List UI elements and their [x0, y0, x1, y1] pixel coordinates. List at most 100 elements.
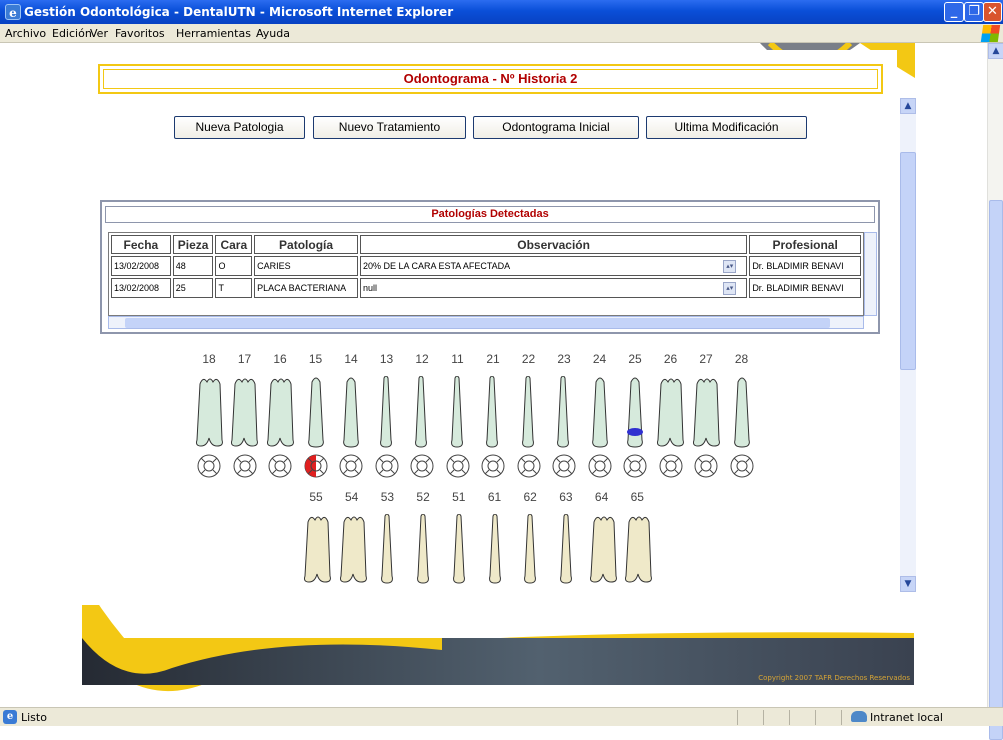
tooth-face-23[interactable]	[552, 454, 576, 478]
cell-cara: O	[215, 256, 253, 276]
page-scroll-thumb[interactable]	[989, 200, 1003, 740]
tooth-number: 17	[237, 352, 252, 366]
tooth-face-24[interactable]	[588, 454, 612, 478]
cell-observacion[interactable]: null ▴▾	[359, 278, 748, 298]
tooth-55[interactable]	[301, 514, 331, 584]
inner-scroll-down-icon[interactable]: ▼	[900, 576, 916, 592]
tooth-number: 54	[345, 490, 359, 504]
menu-edicion[interactable]: Edición	[52, 27, 92, 40]
tooth-15[interactable]	[303, 376, 329, 448]
ultima-modificacion-button[interactable]: Ultima Modificación	[646, 116, 807, 139]
cell-patologia: CARIES	[254, 256, 358, 276]
col-fecha: Fecha	[111, 235, 171, 254]
menu-ver[interactable]: Ver	[90, 27, 108, 40]
spin-icon[interactable]: ▴▾	[723, 260, 737, 273]
observacion-text: null	[362, 283, 377, 293]
tooth-64[interactable]	[587, 514, 617, 584]
menu-herramientas[interactable]: Herramientas	[176, 27, 251, 40]
tooth-16[interactable]	[264, 376, 297, 448]
table-row[interactable]: 13/02/2008 48 O CARIES 20% DE LA CARA ES…	[111, 256, 861, 276]
tooth-face-11[interactable]	[446, 454, 470, 478]
menu-favoritos[interactable]: Favoritos	[115, 27, 165, 40]
page-title: Odontograma - Nº Historia 2	[103, 69, 878, 89]
minimize-button[interactable]: _	[944, 2, 964, 22]
grid-horizontal-scrollbar[interactable]	[108, 316, 864, 329]
tooth-17[interactable]	[228, 376, 261, 448]
tooth-number: 52	[416, 490, 430, 504]
odontograma-inicial-button[interactable]: Odontograma Inicial	[473, 116, 639, 139]
tooth-26[interactable]	[654, 376, 687, 448]
cell-cara: T	[215, 278, 253, 298]
tooth-face-28[interactable]	[730, 454, 754, 478]
tooth-face-27[interactable]	[694, 454, 718, 478]
tooth-face-22[interactable]	[517, 454, 541, 478]
inner-scroll-thumb[interactable]	[900, 152, 916, 370]
tooth-number: 12	[415, 352, 429, 366]
grid-vertical-scrollbar[interactable]	[864, 232, 877, 316]
tooth-12[interactable]	[409, 376, 435, 448]
tooth-face-21[interactable]	[481, 454, 505, 478]
tooth-number: 15	[308, 352, 323, 366]
tooth-14[interactable]	[338, 376, 364, 448]
tooth-face-25[interactable]	[623, 454, 647, 478]
tooth-face-16[interactable]	[268, 454, 292, 478]
tooth-65[interactable]	[622, 514, 653, 584]
table-row[interactable]: 13/02/2008 25 T PLACA BACTERIANA null ▴▾ …	[111, 278, 861, 298]
tooth-number: 24	[592, 352, 607, 366]
menu-archivo[interactable]: Archivo	[5, 27, 46, 40]
spin-icon[interactable]: ▴▾	[723, 282, 737, 295]
zone-indicator: Intranet local	[851, 711, 943, 724]
tooth-25[interactable]	[622, 376, 648, 448]
tooth-number: 51	[452, 490, 466, 504]
tooth-face-17[interactable]	[233, 454, 257, 478]
nueva-patologia-button[interactable]: Nueva Patologia	[174, 116, 305, 139]
cell-fecha: 13/02/2008	[111, 278, 171, 298]
tooth-face-26[interactable]	[659, 454, 683, 478]
tooth-27[interactable]	[690, 376, 723, 448]
tooth-number: 64	[594, 490, 609, 504]
menu-ayuda[interactable]: Ayuda	[256, 27, 290, 40]
windows-logo-icon	[980, 25, 1001, 42]
tooth-51[interactable]	[447, 514, 471, 584]
network-icon	[851, 711, 867, 722]
tooth-number: 28	[734, 352, 749, 366]
tooth-face-18[interactable]	[197, 454, 221, 478]
tooth-22[interactable]	[516, 376, 542, 448]
maximize-button[interactable]: ❐	[964, 2, 984, 22]
tooth-52[interactable]	[411, 514, 435, 584]
close-button[interactable]: ✕	[983, 2, 1002, 22]
status-bar: e Listo Intranet local	[0, 707, 1003, 726]
tooth-53[interactable]	[375, 514, 399, 584]
tooth-face-15[interactable]	[304, 454, 328, 478]
tooth-23[interactable]	[551, 376, 577, 448]
inner-scroll-up-icon[interactable]: ▲	[900, 98, 916, 114]
ie-icon: e	[5, 4, 21, 20]
tooth-21[interactable]	[480, 376, 506, 448]
grid-scroll-thumb[interactable]	[125, 318, 830, 328]
tooth-18[interactable]	[193, 376, 226, 448]
tooth-number: 65	[630, 490, 644, 504]
tooth-11[interactable]	[445, 376, 471, 448]
zone-text: Intranet local	[870, 711, 943, 724]
nuevo-tratamiento-button[interactable]: Nuevo Tratamiento	[313, 116, 466, 139]
cell-patologia: PLACA BACTERIANA	[254, 278, 358, 298]
tooth-24[interactable]	[587, 376, 613, 448]
cell-observacion[interactable]: 20% DE LA CARA ESTA AFECTADA ▴▾	[359, 256, 748, 276]
tooth-face-13[interactable]	[375, 454, 399, 478]
tooth-54[interactable]	[337, 514, 367, 584]
tooth-number: 61	[487, 490, 502, 504]
tooth-13[interactable]	[374, 376, 400, 448]
tooth-61[interactable]	[483, 514, 507, 584]
page-scroll-up-icon[interactable]: ▲	[988, 43, 1003, 59]
tooth-62[interactable]	[518, 514, 542, 584]
page-title-box: Odontograma - Nº Historia 2	[98, 64, 883, 94]
tooth-face-14[interactable]	[339, 454, 363, 478]
tooth-28[interactable]	[729, 376, 755, 448]
tooth-number: 26	[663, 352, 678, 366]
patologias-panel: Patologías Detectadas Fecha Pieza Cara P…	[100, 200, 880, 334]
window-title: Gestión Odontológica - DentalUTN - Micro…	[24, 5, 454, 19]
tooth-face-12[interactable]	[410, 454, 434, 478]
page-scrollbar[interactable]: ▲	[987, 43, 1003, 740]
tooth-63[interactable]	[554, 514, 578, 584]
tooth-number: 16	[273, 352, 287, 366]
